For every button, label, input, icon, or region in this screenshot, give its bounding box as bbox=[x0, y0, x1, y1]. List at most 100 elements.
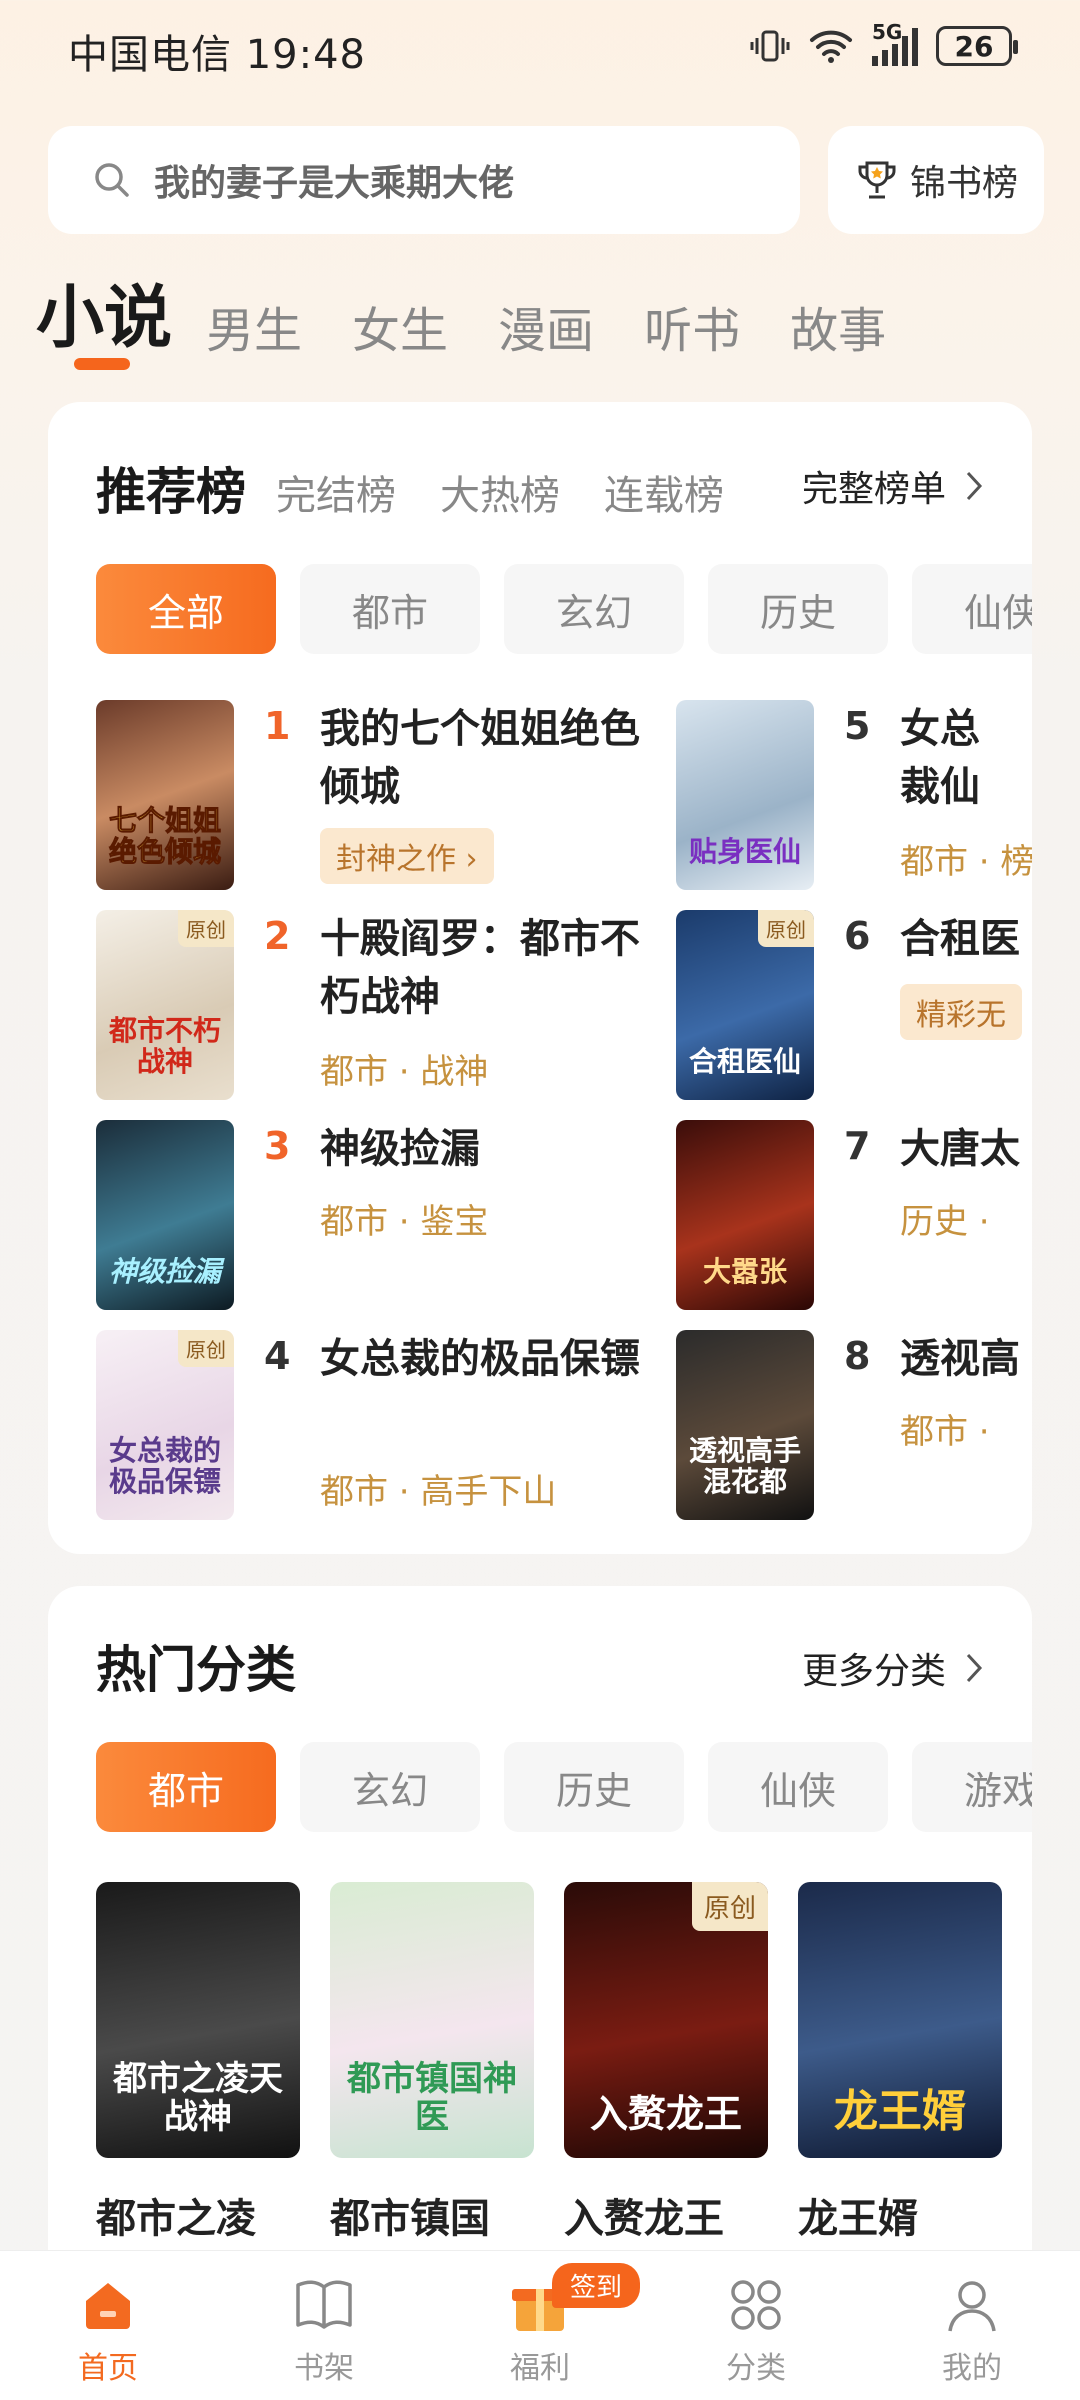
rank-number: 2 bbox=[264, 914, 291, 958]
chip-urban[interactable]: 都市 bbox=[300, 564, 480, 654]
book-title: 神级捡漏 bbox=[320, 1126, 480, 1172]
cover-title: 合租医仙 bbox=[688, 1045, 801, 1079]
original-badge: 原创 bbox=[691, 1882, 768, 1931]
bottom-nav: 首页 书架 签到 福利 分类 我的 bbox=[0, 2250, 1080, 2400]
book-title: 龙王婿 bbox=[798, 2196, 918, 2242]
hot-book-3[interactable]: 原创 入赘龙王 入赘龙王 bbox=[564, 1882, 768, 2244]
rank-number: 8 bbox=[844, 1334, 871, 1378]
original-badge: 原创 bbox=[178, 910, 234, 947]
nav-bookshelf[interactable]: 书架 bbox=[216, 2251, 432, 2400]
hot-genre-chips: 都市 玄幻 历史 仙侠 游戏 bbox=[96, 1742, 1032, 1832]
rank-number: 7 bbox=[844, 1124, 871, 1168]
rank-book-3[interactable]: 神级捡漏 3 神级捡漏 都市 · 鉴宝 bbox=[96, 1120, 636, 1310]
rank-number: 6 bbox=[844, 914, 871, 958]
chip-urban[interactable]: 都市 bbox=[96, 1742, 276, 1832]
ranking-tab-completed[interactable]: 完结榜 bbox=[276, 463, 396, 521]
book-title: 合租医 bbox=[900, 916, 1020, 962]
original-badge: 原创 bbox=[178, 1330, 234, 1367]
nav-profile[interactable]: 我的 bbox=[864, 2251, 1080, 2400]
chip-xianxia[interactable]: 仙侠 bbox=[708, 1742, 888, 1832]
book-badge: 精彩无 bbox=[900, 984, 1022, 1040]
book-meta: 都市 · bbox=[900, 1412, 990, 1452]
ranking-card: 推荐榜 完结榜 大热榜 连载榜 完整榜单 全部 都市 玄幻 历史 仙侠 七个姐姐… bbox=[48, 402, 1032, 1554]
rank-book-2[interactable]: 原创 都市不朽战神 2 十殿阎罗：都市不朽战神 都市 · 战神 bbox=[96, 910, 640, 1100]
book-cover: 大嚣张 bbox=[676, 1120, 814, 1310]
tab-female[interactable]: 女生 bbox=[352, 291, 448, 361]
rank-book-6[interactable]: 原创 合租医仙 6 合租医 精彩无 bbox=[676, 910, 1032, 1100]
nav-label: 首页 bbox=[78, 2351, 138, 2386]
book-cover: 原创 合租医仙 bbox=[676, 910, 814, 1100]
cover-title: 都市之凌天战神 bbox=[113, 2059, 283, 2137]
book-title: 女总裁的极品保镖 bbox=[320, 1336, 640, 1382]
search-icon bbox=[95, 163, 129, 197]
book-cover: 原创 入赘龙王 bbox=[564, 1882, 768, 2158]
rank-number: 3 bbox=[264, 1124, 291, 1168]
ranking-title: 推荐榜 bbox=[96, 463, 246, 521]
hot-book-2[interactable]: 都市镇国神医 都市镇国 bbox=[330, 1882, 534, 2244]
tab-novel[interactable]: 小说 bbox=[36, 262, 172, 361]
cover-title: 女总裁的极品保镖 bbox=[108, 1434, 221, 1499]
book-title: 入赘龙王 bbox=[564, 2196, 724, 2242]
chip-history[interactable]: 历史 bbox=[504, 1742, 684, 1832]
search-placeholder: 我的妻子是大乘期大佬 bbox=[154, 163, 515, 204]
book-meta: 都市 · 高手下山 bbox=[320, 1472, 557, 1512]
chevron-right-icon bbox=[966, 471, 983, 501]
ranking-tab-serial[interactable]: 连载榜 bbox=[604, 463, 724, 521]
full-list-link[interactable]: 完整榜单 bbox=[802, 460, 984, 512]
vibrate-icon bbox=[750, 30, 790, 62]
rank-book-7[interactable]: 大嚣张 7 大唐太 历史 · bbox=[676, 1120, 1032, 1310]
ranking-tab-hot[interactable]: 大热榜 bbox=[440, 463, 560, 521]
sign-in-badge: 签到 bbox=[552, 2263, 641, 2308]
chip-fantasy[interactable]: 玄幻 bbox=[504, 564, 684, 654]
user-icon bbox=[948, 2281, 996, 2332]
cover-title: 七个姐姐绝色倾城 bbox=[108, 804, 221, 869]
cover-title: 大嚣张 bbox=[702, 1255, 787, 1289]
chip-xianxia[interactable]: 仙侠 bbox=[912, 564, 1032, 654]
book-cover: 透视高手混花都 bbox=[676, 1330, 814, 1520]
book-cover: 七个姐姐绝色倾城 bbox=[96, 700, 234, 890]
book-title: 十殿阎罗：都市不朽战神 bbox=[320, 916, 640, 1020]
signal-icon: 5G bbox=[872, 20, 918, 66]
tab-audio[interactable]: 听书 bbox=[644, 291, 740, 361]
home-icon bbox=[86, 2283, 130, 2329]
book-meta: 都市 · 战神 bbox=[320, 1052, 489, 1092]
rank-book-1[interactable]: 七个姐姐绝色倾城 1 我的七个姐姐绝色倾城 封神之作 › bbox=[96, 700, 640, 890]
tab-comic[interactable]: 漫画 bbox=[498, 291, 594, 361]
nav-home[interactable]: 首页 bbox=[0, 2251, 216, 2400]
rank-list-button[interactable]: 锦书榜 bbox=[828, 126, 1044, 234]
book-cover: 神级捡漏 bbox=[96, 1120, 234, 1310]
full-list-label: 完整榜单 bbox=[801, 469, 946, 510]
more-categories-link[interactable]: 更多分类 bbox=[802, 1642, 984, 1694]
book-meta: 历史 · bbox=[900, 1202, 990, 1242]
hot-category-title: 热门分类 bbox=[96, 1641, 296, 1699]
tab-indicator bbox=[74, 358, 130, 370]
book-meta: 都市 · 鉴宝 bbox=[320, 1202, 489, 1242]
rank-book-4[interactable]: 原创 女总裁的极品保镖 4 女总裁的极品保镖 都市 · 高手下山 bbox=[96, 1330, 640, 1520]
nav-category[interactable]: 分类 bbox=[648, 2251, 864, 2400]
grid-icon bbox=[731, 2280, 781, 2330]
rank-book-5[interactable]: 贴身医仙 5 女总裁仙 都市 · 榜 bbox=[676, 700, 1032, 890]
carrier-time: 中国电信 19:48 bbox=[68, 32, 366, 78]
book-cover: 原创 女总裁的极品保镖 bbox=[96, 1330, 234, 1520]
chip-game[interactable]: 游戏 bbox=[912, 1742, 1032, 1832]
cover-title: 贴身医仙 bbox=[688, 835, 801, 869]
main-tabs: 小说 男生 女生 漫画 听书 故事 bbox=[36, 262, 936, 361]
tab-male[interactable]: 男生 bbox=[206, 291, 302, 361]
chip-fantasy[interactable]: 玄幻 bbox=[300, 1742, 480, 1832]
book-cover: 龙王婿 bbox=[798, 1882, 1002, 2158]
hot-book-1[interactable]: 都市之凌天战神 都市之凌 bbox=[96, 1882, 300, 2244]
rank-number: 5 bbox=[844, 704, 871, 748]
search-input[interactable]: 我的妻子是大乘期大佬 bbox=[48, 126, 800, 234]
nav-label: 书架 bbox=[294, 2351, 354, 2386]
chip-all[interactable]: 全部 bbox=[96, 564, 276, 654]
nav-welfare[interactable]: 签到 福利 bbox=[432, 2251, 648, 2400]
rank-book-8[interactable]: 透视高手混花都 8 透视高 都市 · bbox=[676, 1330, 1032, 1520]
chip-history[interactable]: 历史 bbox=[708, 564, 888, 654]
original-badge: 原创 bbox=[758, 910, 814, 947]
tab-story[interactable]: 故事 bbox=[790, 291, 886, 361]
book-cover: 都市之凌天战神 bbox=[96, 1882, 300, 2158]
book-title: 我的七个姐姐绝色倾城 bbox=[320, 706, 640, 810]
ranking-header: 推荐榜 完结榜 大热榜 连载榜 bbox=[96, 452, 768, 524]
hot-book-4[interactable]: 龙王婿 龙王婿 bbox=[798, 1882, 1002, 2244]
book-badge: 封神之作 › bbox=[320, 828, 494, 884]
